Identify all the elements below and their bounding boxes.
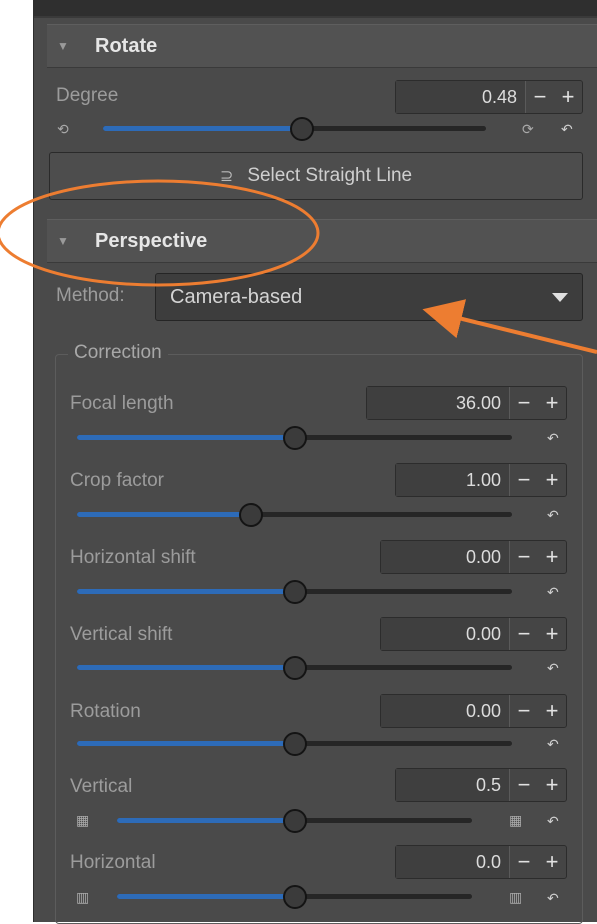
slider-knob[interactable] <box>282 885 307 909</box>
select-straight-line-button[interactable]: ⊇ Select Straight Line <box>49 152 583 200</box>
rotation-reset-icon[interactable]: ↶ <box>547 736 559 753</box>
panel-top-strip <box>34 0 597 18</box>
crop-factor-label: Crop factor <box>70 470 164 491</box>
slider-knob[interactable] <box>290 117 315 141</box>
slider-knob[interactable] <box>282 426 307 450</box>
degree-value[interactable]: 0.48 <box>396 81 526 113</box>
vertical-shift-label: Vertical shift <box>70 624 173 645</box>
crop-factor-minus-button[interactable]: − <box>510 464 538 496</box>
rotation-plus-button[interactable]: + <box>538 695 566 727</box>
slider-fill <box>77 512 251 517</box>
horizontal-label: Horizontal <box>70 852 156 873</box>
slider-fill <box>77 435 295 440</box>
select-straight-line-label: Select Straight Line <box>247 165 413 186</box>
degree-slider[interactable] <box>103 117 486 141</box>
horizontal-shift-label: Horizontal shift <box>70 547 196 568</box>
crop-factor-reset-icon[interactable]: ↶ <box>547 507 559 524</box>
rotate-ccw-icon[interactable]: ⟲ <box>57 121 69 138</box>
perspective-section-header[interactable]: ▼ Perspective <box>47 219 597 263</box>
focal-length-reset-icon[interactable]: ↶ <box>547 430 559 447</box>
vertical-reset-icon[interactable]: ↶ <box>547 813 559 830</box>
slider-fill <box>103 126 303 131</box>
method-select[interactable]: Camera-based <box>155 273 583 321</box>
slider-knob[interactable] <box>282 732 307 756</box>
vertical-label: Vertical <box>70 776 133 797</box>
slider-knob[interactable] <box>239 503 263 527</box>
rotation-label: Rotation <box>70 701 141 722</box>
degree-reset-icon[interactable]: ↶ <box>561 121 573 138</box>
slider-fill <box>77 741 295 746</box>
horizontal-slider[interactable] <box>117 885 472 909</box>
vertical-plus-button[interactable]: + <box>538 769 566 801</box>
straight-line-icon: ⊇ <box>219 168 234 185</box>
slider-fill <box>77 665 295 670</box>
degree-plus-button[interactable]: + <box>554 81 582 113</box>
focal-length-number-field[interactable]: 36.00 − + <box>366 386 567 420</box>
horizontal-value[interactable]: 0.0 <box>396 846 510 878</box>
vertical-shift-reset-icon[interactable]: ↶ <box>547 660 559 677</box>
slider-knob[interactable] <box>282 580 307 604</box>
horizontal-shift-minus-button[interactable]: − <box>510 541 538 573</box>
focal-length-minus-button[interactable]: − <box>510 387 538 419</box>
degree-number-field[interactable]: 0.48 − + <box>395 80 583 114</box>
crop-factor-slider[interactable] <box>77 503 512 527</box>
vertical-shift-minus-button[interactable]: − <box>510 618 538 650</box>
horizontal-shift-reset-icon[interactable]: ↶ <box>547 584 559 601</box>
vertical-number-field[interactable]: 0.5 − + <box>395 768 567 802</box>
slider-knob[interactable] <box>282 656 307 680</box>
slider-fill <box>117 818 295 823</box>
vertical-perspective-wide-icon[interactable]: ▦ <box>509 812 522 829</box>
rotate-cw-icon[interactable]: ⟳ <box>522 121 534 138</box>
crop-factor-plus-button[interactable]: + <box>538 464 566 496</box>
chevron-down-icon[interactable] <box>552 292 568 302</box>
perspective-title: Perspective <box>95 229 208 252</box>
collapse-triangle-icon: ▼ <box>57 39 69 53</box>
rotation-value[interactable]: 0.00 <box>381 695 510 727</box>
slider-knob[interactable] <box>282 809 307 833</box>
horizontal-shift-plus-button[interactable]: + <box>538 541 566 573</box>
crop-factor-value[interactable]: 1.00 <box>396 464 510 496</box>
rotation-slider[interactable] <box>77 732 512 756</box>
horizontal-plus-button[interactable]: + <box>538 846 566 878</box>
degree-label: Degree <box>56 85 119 106</box>
slider-fill <box>117 894 295 899</box>
vertical-value[interactable]: 0.5 <box>396 769 510 801</box>
horizontal-shift-slider[interactable] <box>77 580 512 604</box>
vertical-shift-plus-button[interactable]: + <box>538 618 566 650</box>
crop-factor-number-field[interactable]: 1.00 − + <box>395 463 567 497</box>
focal-length-plus-button[interactable]: + <box>538 387 566 419</box>
rotate-title: Rotate <box>95 34 158 57</box>
horizontal-shift-number-field[interactable]: 0.00 − + <box>380 540 567 574</box>
vertical-shift-number-field[interactable]: 0.00 − + <box>380 617 567 651</box>
focal-length-label: Focal length <box>70 393 174 414</box>
method-label: Method: <box>56 285 125 306</box>
vertical-shift-slider[interactable] <box>77 656 512 680</box>
horizontal-perspective-wide-icon[interactable]: ▥ <box>509 889 522 906</box>
vertical-minus-button[interactable]: − <box>510 769 538 801</box>
slider-fill <box>77 589 295 594</box>
rotation-minus-button[interactable]: − <box>510 695 538 727</box>
vertical-shift-value[interactable]: 0.00 <box>381 618 510 650</box>
rotate-section-header[interactable]: ▼ Rotate <box>47 24 597 68</box>
horizontal-minus-button[interactable]: − <box>510 846 538 878</box>
rotation-number-field[interactable]: 0.00 − + <box>380 694 567 728</box>
correction-group-label: Correction <box>68 342 168 364</box>
degree-minus-button[interactable]: − <box>526 81 554 113</box>
vertical-perspective-narrow-icon[interactable]: ▦ <box>76 812 89 829</box>
focal-length-value[interactable]: 36.00 <box>367 387 510 419</box>
collapse-triangle-icon: ▼ <box>57 234 69 248</box>
focal-length-slider[interactable] <box>77 426 512 450</box>
vertical-slider[interactable] <box>117 809 472 833</box>
horizontal-number-field[interactable]: 0.0 − + <box>395 845 567 879</box>
method-value: Camera-based <box>170 285 303 308</box>
horizontal-shift-value[interactable]: 0.00 <box>381 541 510 573</box>
horizontal-reset-icon[interactable]: ↶ <box>547 890 559 907</box>
horizontal-perspective-narrow-icon[interactable]: ▥ <box>76 889 89 906</box>
